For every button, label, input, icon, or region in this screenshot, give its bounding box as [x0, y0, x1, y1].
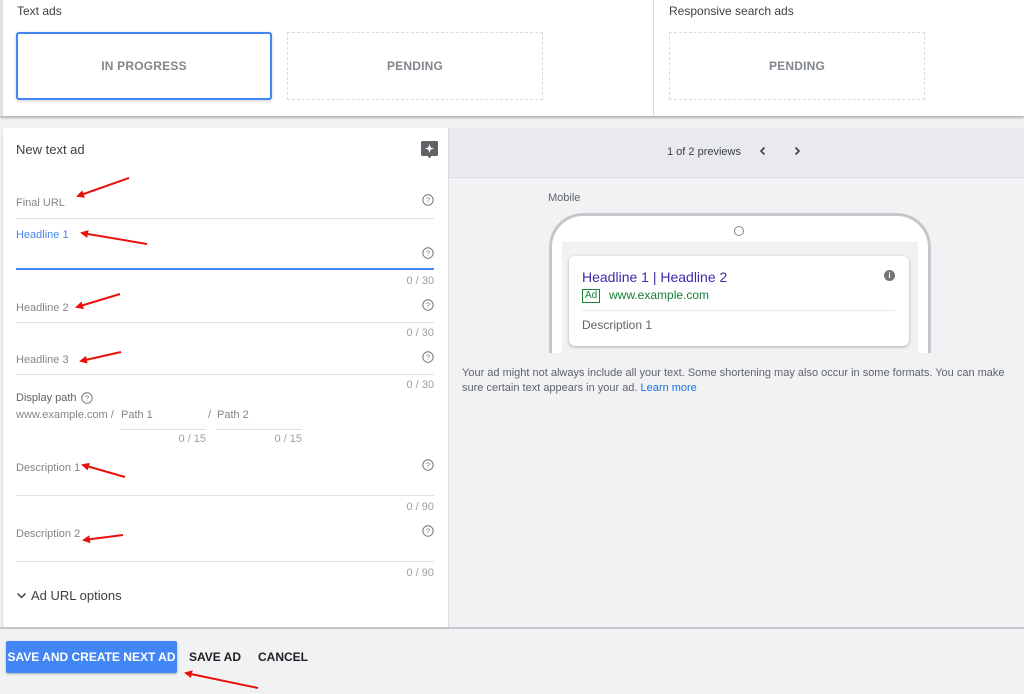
- description-1-counter: 0 / 90: [406, 501, 434, 513]
- chevron-left-icon: [759, 146, 766, 156]
- responsive-search-ads-section: Responsive search ads PENDING: [653, 0, 1024, 116]
- previous-preview-button[interactable]: [754, 142, 772, 160]
- help-icon[interactable]: ?: [422, 459, 434, 471]
- ad-preview-headline: Headline 1 | Headline 2: [582, 269, 728, 285]
- responsive-ads-pending-tile[interactable]: PENDING: [669, 32, 925, 100]
- display-path-text: Display path: [16, 392, 77, 404]
- svg-text:?: ?: [426, 353, 430, 362]
- preview-counter: 1 of 2 previews: [667, 146, 741, 158]
- info-icon[interactable]: i: [884, 270, 895, 281]
- final-url-field[interactable]: Final URL ?: [16, 188, 434, 220]
- svg-text:?: ?: [426, 461, 430, 470]
- chevron-right-icon: [794, 146, 801, 156]
- save-and-create-next-ad-button[interactable]: SAVE AND CREATE NEXT AD: [6, 641, 177, 673]
- headline-3-field[interactable]: Headline 3 ?: [16, 348, 434, 376]
- bottom-divider: [0, 627, 1024, 629]
- ad-preview-card: Headline 1 | Headline 2 i Ad www.example…: [569, 256, 909, 346]
- help-icon[interactable]: ?: [80, 392, 93, 404]
- text-ads-title: Text ads: [17, 4, 62, 18]
- help-icon[interactable]: ?: [422, 351, 434, 363]
- help-icon[interactable]: ?: [422, 299, 434, 311]
- path-1-input[interactable]: Path 1: [121, 409, 153, 421]
- save-ad-button[interactable]: SAVE AD: [184, 641, 246, 673]
- description-1-label: Description 1: [16, 462, 81, 474]
- headline-3-label: Headline 3: [16, 354, 69, 366]
- lightbulb-tip-icon[interactable]: [421, 141, 438, 159]
- path-2-input[interactable]: Path 2: [217, 409, 249, 421]
- headline-3-underline: [16, 374, 434, 375]
- headline-3-counter: 0 / 30: [406, 379, 434, 391]
- mobile-phone-frame: Headline 1 | Headline 2 i Ad www.example…: [549, 213, 931, 353]
- responsive-search-ads-title: Responsive search ads: [669, 4, 794, 18]
- phone-screen: Headline 1 | Headline 2 i Ad www.example…: [562, 242, 918, 353]
- ad-preview-pane: 1 of 2 previews Mobile Headline 1 | Head…: [448, 128, 1024, 627]
- form-title: New text ad: [16, 142, 85, 157]
- headline-2-counter: 0 / 30: [406, 327, 434, 339]
- help-icon[interactable]: ?: [422, 194, 434, 206]
- svg-text:?: ?: [84, 394, 88, 403]
- description-2-label: Description 2: [16, 528, 81, 540]
- ad-url-options-toggle[interactable]: Ad URL options: [16, 588, 122, 603]
- headline-1-label: Headline 1: [16, 229, 69, 241]
- display-path-label: Display path ?: [16, 392, 93, 404]
- description-1-field[interactable]: Description 1 ?: [16, 458, 434, 496]
- learn-more-link[interactable]: Learn more: [641, 382, 697, 394]
- new-text-ad-form: New text ad Final URL ? Headline 1 ? 0 /…: [3, 128, 448, 627]
- ad-preview-divider: [582, 310, 895, 311]
- headline-1-counter: 0 / 30: [406, 275, 434, 287]
- ad-preview-url: www.example.com: [609, 288, 710, 302]
- chevron-down-icon: [16, 592, 27, 599]
- next-preview-button[interactable]: [788, 142, 806, 160]
- description-2-field[interactable]: Description 2 ?: [16, 524, 434, 562]
- help-icon[interactable]: ?: [422, 525, 434, 537]
- device-label: Mobile: [548, 192, 581, 204]
- preview-header: 1 of 2 previews: [449, 128, 1024, 178]
- headline-2-underline: [16, 322, 434, 323]
- phone-camera-icon: [734, 226, 744, 236]
- svg-text:?: ?: [426, 249, 430, 258]
- display-path-domain: www.example.com /: [16, 409, 114, 421]
- path-separator: /: [208, 409, 212, 421]
- path-2-counter: 0 / 15: [274, 433, 302, 445]
- ad-type-status-card: Text ads IN PROGRESS PENDING Responsive …: [0, 0, 1024, 116]
- path-1-underline: [120, 429, 206, 430]
- description-2-counter: 0 / 90: [406, 567, 434, 579]
- text-ads-pending-tile[interactable]: PENDING: [287, 32, 543, 100]
- ad-preview-description: Description 1: [582, 318, 653, 332]
- path-2-underline: [216, 429, 302, 430]
- final-url-underline: [16, 218, 434, 219]
- path-1-counter: 0 / 15: [178, 433, 206, 445]
- preview-note-text: Your ad might not always include all you…: [462, 367, 1005, 394]
- svg-text:?: ?: [426, 301, 430, 310]
- svg-text:?: ?: [426, 196, 430, 205]
- cancel-button[interactable]: CANCEL: [252, 641, 314, 673]
- text-ads-section: Text ads IN PROGRESS PENDING: [3, 0, 653, 116]
- headline-2-label: Headline 2: [16, 302, 69, 314]
- final-url-label: Final URL: [16, 197, 65, 209]
- headline-1-underline: [16, 268, 434, 270]
- headline-2-field[interactable]: Headline 2 ?: [16, 296, 434, 324]
- arrow-save-button: [184, 670, 259, 689]
- description-2-underline: [16, 561, 434, 562]
- svg-text:?: ?: [426, 527, 430, 536]
- ad-url-options-label: Ad URL options: [31, 588, 122, 603]
- description-1-underline: [16, 495, 434, 496]
- preview-note: Your ad might not always include all you…: [462, 366, 1018, 396]
- text-ads-in-progress-tile[interactable]: IN PROGRESS: [16, 32, 272, 100]
- help-icon[interactable]: ?: [422, 247, 434, 259]
- headline-1-field[interactable]: Headline 1 ?: [16, 228, 434, 273]
- ad-badge: Ad: [582, 289, 601, 303]
